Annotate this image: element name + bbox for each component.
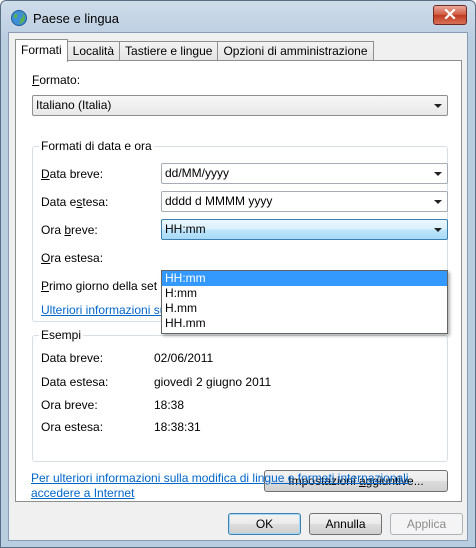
format-select-value: Italiano (Italia) (36, 98, 112, 112)
long-date-select[interactable]: dddd d MMMM yyyy (161, 191, 448, 212)
ok-button[interactable]: OK (228, 513, 301, 535)
example-long-time-label: Ora estesa: (41, 420, 104, 434)
example-long-date-label: Data estesa: (41, 375, 109, 389)
close-icon (444, 8, 456, 22)
example-short-date-value: 02/06/2011 (154, 351, 214, 365)
long-time-label: Ora estesa: (41, 251, 104, 265)
short-date-value: dd/MM/yyyy (165, 166, 230, 180)
dropdown-option[interactable]: HH.mm (162, 316, 447, 331)
window-title: Paese e lingua (33, 11, 120, 26)
examples-title: Esempi (39, 328, 84, 342)
dropdown-option[interactable]: HH:mm (162, 271, 447, 286)
close-button[interactable] (433, 5, 467, 25)
international-formats-info-link-line1[interactable]: Per ulteriori informazioni sulla modific… (31, 471, 412, 485)
apply-button[interactable]: Applica (390, 513, 463, 535)
chevron-down-icon (434, 172, 442, 176)
tab-localita[interactable]: Località (66, 41, 121, 61)
globe-icon (10, 9, 28, 27)
short-date-label: Data breve: (41, 167, 104, 181)
dialog-client-area: Formati Località Tastiere e lingue Opzio… (8, 32, 468, 541)
long-date-label: Data estesa: (41, 195, 109, 209)
formats-tab-panel: Formato: Italiano (Italia) Formati di da… (15, 60, 462, 502)
first-day-label: Primo giorno della set (41, 279, 158, 293)
short-time-label: Ora breve: (41, 223, 98, 237)
tab-strip: Formati Località Tastiere e lingue Opzio… (15, 39, 374, 62)
cancel-button[interactable]: Annulla (309, 513, 382, 535)
short-time-value: HH:mm (165, 222, 206, 236)
international-formats-info-link-line2[interactable]: accedere a Internet (31, 486, 134, 500)
long-date-value: dddd d MMMM yyyy (165, 194, 273, 208)
short-date-select[interactable]: dd/MM/yyyy (161, 163, 448, 184)
chevron-down-icon (434, 200, 442, 204)
example-long-time-value: 18:38:31 (154, 420, 201, 434)
short-time-dropdown-list[interactable]: HH:mm H:mm H.mm HH.mm (161, 270, 448, 334)
example-short-time-label: Ora breve: (41, 398, 98, 412)
example-short-time-value: 18:38 (154, 398, 185, 412)
tab-opzioni-di-amministrazione[interactable]: Opzioni di amministrazione (217, 41, 374, 61)
title-bar[interactable]: Paese e lingua (1, 1, 475, 35)
format-select[interactable]: Italiano (Italia) (32, 95, 448, 116)
dropdown-option[interactable]: H:mm (162, 286, 447, 301)
example-long-date-value: giovedì 2 giugno 2011 (154, 375, 272, 389)
chevron-down-icon (434, 228, 442, 232)
short-time-select[interactable]: HH:mm (161, 219, 448, 240)
tab-tastiere-e-lingue[interactable]: Tastiere e lingue (119, 41, 219, 61)
dialog-window: Paese e lingua Formati Località Tastiere… (0, 0, 476, 548)
tab-formati[interactable]: Formati (15, 39, 68, 62)
format-label: Formato: (32, 73, 81, 87)
date-time-formats-title: Formati di data e ora (39, 139, 154, 153)
dropdown-option[interactable]: H.mm (162, 301, 447, 316)
example-short-date-label: Data breve: (41, 351, 104, 365)
chevron-down-icon (434, 104, 442, 108)
